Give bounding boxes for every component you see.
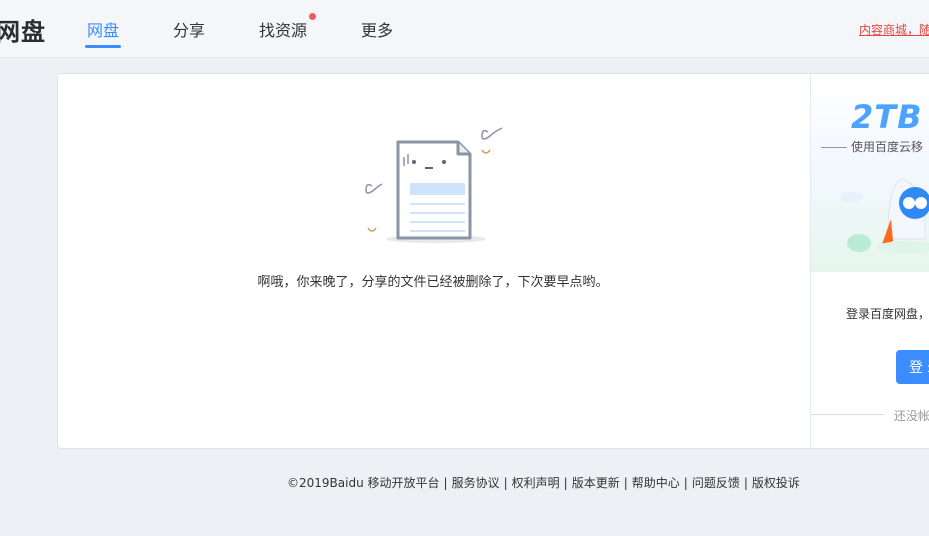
footer-copyright: ©2019Baidu <box>287 476 364 490</box>
nav-tab-find-resources[interactable]: 找资源 <box>259 17 307 41</box>
rocket-icon <box>841 178 929 253</box>
promo-subtitle: 使用百度云移 <box>821 138 923 155</box>
deleted-file-icon <box>365 127 503 243</box>
register-divider <box>811 414 885 415</box>
footer-link-rights[interactable]: 权利声明 <box>512 476 560 490</box>
promo-banner[interactable]: 2TB 使用百度云移 <box>811 74 929 272</box>
deleted-share-message: 啊哦，你来晚了，分享的文件已经被删除了，下次要早点哟。 <box>257 275 609 290</box>
main-card: 啊哦，你来晚了，分享的文件已经被删除了，下次要早点哟。 2TB 使用百度云移 登… <box>57 73 929 449</box>
footer-link-open-platform[interactable]: 移动开放平台 <box>368 476 440 490</box>
login-button[interactable]: 登录 <box>896 350 929 384</box>
footer: ©2019Baidu 移动开放平台 | 服务协议 | 权利声明 | 版本更新 | 帮助中心 | 问题… <box>287 476 800 490</box>
footer-link-version-update[interactable]: 版本更新 <box>572 476 620 490</box>
register-link[interactable]: 还没帐 <box>894 407 929 424</box>
footer-link-feedback[interactable]: 问题反馈 <box>692 476 740 490</box>
footer-link-copyright-complaint[interactable]: 版权投诉 <box>752 476 800 490</box>
footer-link-help[interactable]: 帮助中心 <box>632 476 680 490</box>
logo-text[interactable]: 网盘 <box>0 12 46 47</box>
footer-link-service-agreement[interactable]: 服务协议 <box>452 476 500 490</box>
login-prompt: 登录百度网盘， <box>846 307 929 321</box>
nav-active-underline <box>85 45 121 48</box>
side-panel: 2TB 使用百度云移 登录百度网盘， 登录 还没帐 <box>810 74 929 448</box>
notification-dot-icon <box>309 13 316 20</box>
nav-tab-more[interactable]: 更多 <box>361 17 393 41</box>
content-store-link[interactable]: 内容商城，随 <box>859 21 929 38</box>
promo-title: 2TB <box>851 98 923 136</box>
top-header: 网盘 网盘 分享 找资源 更多 内容商城，随 <box>0 0 929 58</box>
nav-tab-netdisk[interactable]: 网盘 <box>87 17 119 41</box>
nav-tab-share[interactable]: 分享 <box>173 17 205 41</box>
